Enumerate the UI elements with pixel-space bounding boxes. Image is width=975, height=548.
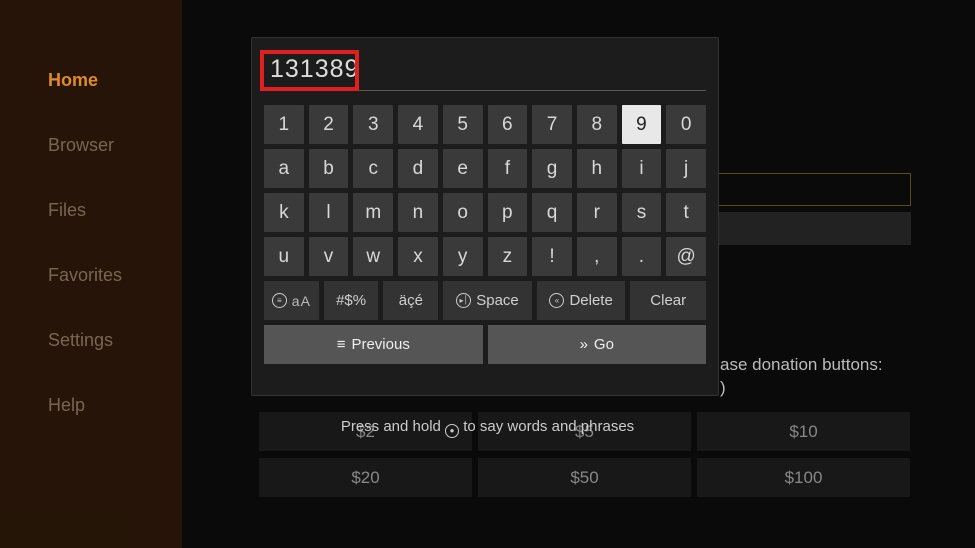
- key-go[interactable]: » Go: [488, 325, 707, 364]
- mic-icon: ●: [445, 424, 459, 438]
- key-3[interactable]: 3: [353, 105, 393, 144]
- key-0[interactable]: 0: [666, 105, 706, 144]
- key-h[interactable]: h: [577, 149, 617, 188]
- key-y[interactable]: y: [443, 237, 483, 276]
- key-v[interactable]: v: [309, 237, 349, 276]
- key-l[interactable]: l: [309, 193, 349, 232]
- on-screen-keyboard: 131389 1234567890 abcdefghij klmnopqrst uvw…: [251, 37, 719, 396]
- key-e[interactable]: e: [443, 149, 483, 188]
- sidebar-item-files[interactable]: Files: [0, 188, 182, 233]
- donation-button-20[interactable]: $20: [259, 458, 472, 497]
- key-z[interactable]: z: [488, 237, 528, 276]
- key-x[interactable]: x: [398, 237, 438, 276]
- list-icon: ≡: [272, 293, 287, 308]
- case-label: aA: [292, 293, 311, 309]
- keyboard-grid: 1234567890 abcdefghij klmnopqrst uvwxyz!,.@: [264, 105, 706, 276]
- sidebar-item-settings[interactable]: Settings: [0, 318, 182, 363]
- hint-before: Press and hold: [341, 418, 445, 435]
- fast-forward-icon: »: [580, 336, 588, 353]
- voice-hint: Press and hold ● to say words and phrase…: [0, 418, 975, 438]
- key-9[interactable]: 9: [622, 105, 662, 144]
- key-6[interactable]: 6: [488, 105, 528, 144]
- key-4[interactable]: 4: [398, 105, 438, 144]
- donation-button-100[interactable]: $100: [697, 458, 910, 497]
- keyboard-display: 131389: [264, 50, 706, 91]
- menu-icon: ≡: [337, 336, 346, 353]
- sidebar-item-favorites[interactable]: Favorites: [0, 253, 182, 298]
- keyboard-nav-row: ≡ Previous » Go: [264, 325, 706, 364]
- key-@[interactable]: @: [666, 237, 706, 276]
- key-t[interactable]: t: [666, 193, 706, 232]
- rewind-icon: «: [549, 293, 564, 308]
- donation-text-fragment: ase donation buttons:: [720, 355, 883, 375]
- donation-text-fragment2: ): [720, 378, 726, 398]
- key-j[interactable]: j: [666, 149, 706, 188]
- key-p[interactable]: p: [488, 193, 528, 232]
- key-symbols[interactable]: #$%: [324, 281, 379, 320]
- hint-after: to say words and phrases: [459, 418, 634, 435]
- key-7[interactable]: 7: [532, 105, 572, 144]
- key-m[interactable]: m: [353, 193, 393, 232]
- key-r[interactable]: r: [577, 193, 617, 232]
- key-d[interactable]: d: [398, 149, 438, 188]
- key-b[interactable]: b: [309, 149, 349, 188]
- go-label: Go: [594, 336, 614, 353]
- key-c[interactable]: c: [353, 149, 393, 188]
- key-i[interactable]: i: [622, 149, 662, 188]
- delete-label: Delete: [569, 292, 612, 309]
- key-case-toggle[interactable]: ≡ aA: [264, 281, 319, 320]
- key-2[interactable]: 2: [309, 105, 349, 144]
- play-pause-icon: ▸׀: [456, 293, 471, 308]
- sidebar: Home Browser Files Favorites Settings He…: [0, 0, 182, 548]
- key-clear[interactable]: Clear: [630, 281, 706, 320]
- highlight-box: [260, 50, 359, 91]
- key-k[interactable]: k: [264, 193, 304, 232]
- key-o[interactable]: o: [443, 193, 483, 232]
- key-n[interactable]: n: [398, 193, 438, 232]
- key-f[interactable]: f: [488, 149, 528, 188]
- key-g[interactable]: g: [532, 149, 572, 188]
- donation-row-2: $20 $50 $100: [259, 458, 910, 497]
- key-previous[interactable]: ≡ Previous: [264, 325, 483, 364]
- sidebar-item-browser[interactable]: Browser: [0, 123, 182, 168]
- key-q[interactable]: q: [532, 193, 572, 232]
- key-s[interactable]: s: [622, 193, 662, 232]
- sidebar-item-home[interactable]: Home: [0, 58, 182, 103]
- previous-label: Previous: [351, 336, 409, 353]
- key-![interactable]: !: [532, 237, 572, 276]
- key-8[interactable]: 8: [577, 105, 617, 144]
- key-w[interactable]: w: [353, 237, 393, 276]
- key-1[interactable]: 1: [264, 105, 304, 144]
- key-.[interactable]: .: [622, 237, 662, 276]
- key-accents[interactable]: äçé: [383, 281, 438, 320]
- key-u[interactable]: u: [264, 237, 304, 276]
- space-label: Space: [476, 292, 519, 309]
- keyboard-function-row: ≡ aA #$% äçé ▸׀ Space « Delete Clear: [264, 281, 706, 320]
- key-a[interactable]: a: [264, 149, 304, 188]
- donation-button-50[interactable]: $50: [478, 458, 691, 497]
- key-delete[interactable]: « Delete: [537, 281, 626, 320]
- key-5[interactable]: 5: [443, 105, 483, 144]
- key-space[interactable]: ▸׀ Space: [443, 281, 532, 320]
- key-,[interactable]: ,: [577, 237, 617, 276]
